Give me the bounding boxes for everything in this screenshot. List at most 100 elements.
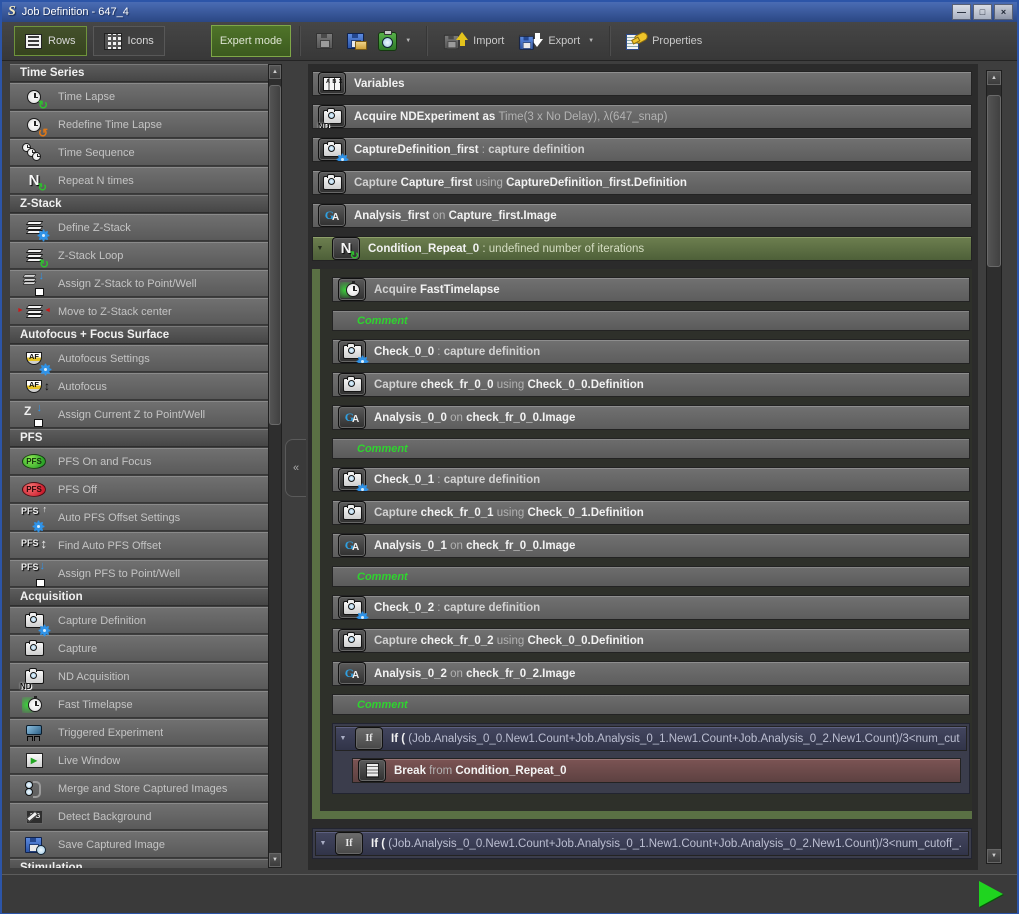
job-row-cmd[interactable]: Check_0_1 : capture definition (332, 467, 970, 492)
job-row-if[interactable]: ▼IfIf ( (Job.Analysis_0_0.New1.Count+Job… (315, 831, 969, 856)
sidebar-item-auto-pfs-offset-settings[interactable]: PFS↑Auto PFS Offset Settings (10, 504, 268, 531)
toolbar: Rows Icons Expert mode ▼ Import Export ▼ (2, 22, 1017, 61)
scroll-down-icon[interactable]: ▼ (269, 853, 281, 867)
sidebar-item-label: Autofocus (58, 381, 107, 393)
export-button[interactable]: Export ▼ (511, 26, 601, 56)
sidebar-item-merge-and-store-captured-images[interactable]: Merge and Store Captured Images (10, 775, 268, 802)
job-row-cmd[interactable]: CaptureDefinition_first : capture defini… (312, 137, 972, 162)
sidebar-item-time-lapse[interactable]: ↻Time Lapse (10, 83, 268, 110)
sidebar-item-live-window[interactable]: ▶Live Window (10, 747, 268, 774)
sidebar-item-icon-box: PFS (10, 449, 58, 474)
properties-icon (626, 33, 646, 50)
sidebar-scrollbar[interactable]: ▲ ▼ (268, 64, 282, 868)
job-row-cmd[interactable]: GAAnalysis_0_1 on check_fr_0_0.Image (332, 533, 970, 558)
row-text-segment: Check_0_0 (374, 346, 434, 358)
icons-view-button[interactable]: Icons (93, 26, 165, 56)
sidebar-item-save-captured-image[interactable]: Save Captured Image (10, 831, 268, 858)
sidebar-item-autofocus-settings[interactable]: AFAutofocus Settings (10, 345, 268, 372)
job-row-break[interactable]: Break from Condition_Repeat_0 (352, 758, 961, 783)
row-text-segment: Capture (374, 635, 421, 647)
sidebar-item-triggered-experiment[interactable]: Triggered Experiment (10, 719, 268, 746)
close-button-icon[interactable]: × (994, 4, 1013, 20)
job-row-if[interactable]: ▼IfIf ( (Job.Analysis_0_0.New1.Count+Job… (335, 726, 967, 751)
sidebar-item-autofocus[interactable]: AF↕ Autofocus (10, 373, 268, 400)
job-row-comment[interactable]: Comment (332, 694, 970, 715)
if-block: ▼IfIf ( (Job.Analysis_0_0.New1.Count+Job… (332, 723, 970, 794)
sidebar-item-repeat-n-times[interactable]: N↻Repeat N times (10, 167, 268, 194)
collapse-arrow-icon[interactable]: ▼ (336, 735, 350, 742)
expert-mode-button[interactable]: Expert mode (211, 25, 291, 57)
import-button-label: Import (473, 35, 504, 47)
job-row-cmd[interactable]: Check_0_0 : capture definition (332, 339, 970, 364)
job-row-cmd[interactable]: GAAnalysis_first on Capture_first.Image (312, 203, 972, 228)
maximize-button-icon[interactable]: □ (973, 4, 992, 20)
toolbar-separator (609, 26, 611, 56)
row-text-segment: Analysis_0_0 (374, 412, 447, 424)
job-row-repeat[interactable]: ▼N↻Condition_Repeat_0 : undefined number… (312, 236, 972, 261)
sidebar-item-label: PFS Off (58, 484, 97, 496)
import-button[interactable]: Import (436, 26, 511, 56)
sidebar-item-redefine-time-lapse[interactable]: ↺Redefine Time Lapse (10, 111, 268, 138)
main-scrollbar-thumb[interactable] (987, 95, 1001, 267)
sidebar-item-move-to-z-stack-center[interactable]: ►◄Move to Z-Stack center (10, 298, 268, 325)
row-text-segment: CaptureDefinition_first.Definition (506, 177, 687, 189)
sidebar-item-time-sequence[interactable]: Time Sequence (10, 139, 268, 166)
sidebar-item-find-auto-pfs-offset[interactable]: PFS↕Find Auto PFS Offset (10, 532, 268, 559)
collapse-arrow-icon[interactable]: ▼ (313, 245, 327, 252)
capture-settings-button[interactable]: ▼ (371, 26, 418, 56)
sidebar-item-capture[interactable]: Capture (10, 635, 268, 662)
row-text: Capture Capture_first using CaptureDefin… (354, 177, 687, 189)
row-text-segment: If ( (371, 838, 388, 850)
save-button[interactable] (309, 26, 340, 56)
minimize-button-icon[interactable]: — (952, 4, 971, 20)
job-row-cmd[interactable]: Capture check_fr_0_1 using Check_0_1.Def… (332, 500, 970, 525)
job-row-cmd[interactable]: GAAnalysis_0_2 on check_fr_0_2.Image (332, 661, 970, 686)
collapse-arrow-icon[interactable]: ▼ (316, 840, 330, 847)
sidebar-item-assign-current-z-to-point-well[interactable]: Z↓Assign Current Z to Point/Well (10, 401, 268, 428)
job-row-cmd[interactable]: Acquire FastTimelapse (332, 277, 970, 302)
job-row-cmd[interactable]: GAAnalysis_0_0 on check_fr_0_0.Image (332, 405, 970, 430)
sidebar-item-icon-box (10, 140, 58, 165)
sidebar-item-detect-background[interactable]: BGDetect Background (10, 803, 268, 830)
window-title: Job Definition - 647_4 (22, 6, 129, 18)
row-icon-chip: GA (338, 406, 366, 429)
sidebar-item-z-stack-loop[interactable]: ↻Z-Stack Loop (10, 242, 268, 269)
job-row-comment[interactable]: Comment (332, 438, 970, 459)
sidebar-item-nd-acquisition[interactable]: NDND Acquisition (10, 663, 268, 690)
row-text-segment: (Job.Analysis_0_0.New1.Count+Job.Analysi… (388, 838, 962, 850)
sidebar-scrollbar-thumb[interactable] (269, 85, 281, 425)
job-row-cmd[interactable]: Capture check_fr_0_0 using Check_0_0.Def… (332, 372, 970, 397)
scroll-up-icon[interactable]: ▲ (269, 65, 281, 79)
job-row-cmd[interactable]: Capture Capture_first using CaptureDefin… (312, 170, 972, 195)
sidebar-item-icon-box: ▶ (10, 748, 58, 773)
properties-button[interactable]: Properties (619, 26, 709, 56)
sidebar-item-fast-timelapse[interactable]: Fast Timelapse (10, 691, 268, 718)
chevron-down-icon[interactable]: ▼ (405, 38, 411, 44)
capture-definition-icon (339, 598, 365, 618)
job-row-cmd[interactable]: Capture check_fr_0_2 using Check_0_0.Def… (332, 628, 970, 653)
job-row-comment[interactable]: Comment (332, 310, 970, 331)
job-row-cmd[interactable]: Check_0_2 : capture definition (332, 595, 970, 620)
sidebar-item-icon-box: N↻ (10, 168, 58, 193)
scroll-down-icon[interactable]: ▼ (987, 849, 1001, 863)
row-text: Check_0_2 : capture definition (374, 602, 540, 614)
auto-pfs-offset-settings-icon: PFS↑ (21, 508, 47, 528)
sidebar-item-capture-definition[interactable]: Capture Definition (10, 607, 268, 634)
run-job-play-button[interactable] (979, 881, 1003, 907)
chevron-down-icon[interactable]: ▼ (588, 38, 594, 44)
main-scrollbar[interactable]: ▲ ▼ (986, 70, 1002, 864)
sidebar-item-pfs-on-and-focus[interactable]: PFSPFS On and Focus (10, 448, 268, 475)
save-as-button[interactable] (340, 26, 371, 56)
sidebar-item-assign-z-stack-to-point-well[interactable]: ↓Assign Z-Stack to Point/Well (10, 270, 268, 297)
sidebar-item-pfs-off[interactable]: PFSPFS Off (10, 476, 268, 503)
autofocus-icon: AF↕ (21, 377, 47, 397)
sidebar-collapse-handle[interactable]: « (285, 439, 306, 497)
bottom-bar (2, 874, 1017, 913)
scroll-up-icon[interactable]: ▲ (987, 71, 1001, 85)
job-row-comment[interactable]: Comment (332, 566, 970, 587)
sidebar-item-assign-pfs-to-point-well[interactable]: PFS↓Assign PFS to Point/Well (10, 560, 268, 587)
job-row-cmd[interactable]: ABXVariables (312, 71, 972, 96)
sidebar-item-define-z-stack[interactable]: Define Z-Stack (10, 214, 268, 241)
rows-view-button[interactable]: Rows (14, 26, 87, 56)
job-row-cmd[interactable]: NDAcquire NDExperiment as Time(3 x No De… (312, 104, 972, 129)
